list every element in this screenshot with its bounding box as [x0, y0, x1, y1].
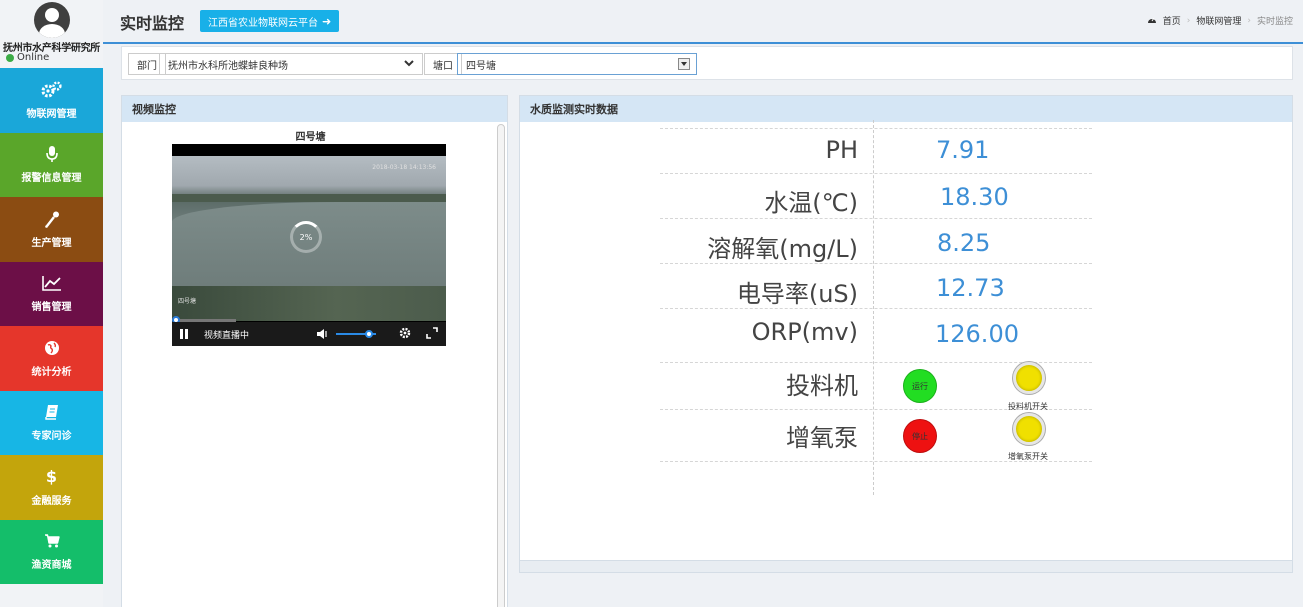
feeder-status-text: 运行	[912, 381, 928, 391]
filter-bar: 部门 抚州市水科所池蝶蚌良种场 塘口 四号塘	[121, 46, 1293, 80]
row-divider	[660, 308, 1092, 309]
feeder-status-indicator: 运行	[903, 369, 937, 403]
arrow-right-icon: ➜	[322, 14, 332, 28]
user-panel: 抚州市水产科学研究所 Online	[0, 0, 103, 68]
video-camera-label: 四号塘	[178, 298, 197, 305]
dollar-icon: $	[45, 467, 58, 487]
sidebar-item-label: 渔资商城	[31, 560, 72, 572]
row-divider	[660, 128, 1092, 129]
metric-value-ph: 7.91	[936, 136, 990, 164]
video-player[interactable]: 2018-03-18 14:13:56 四号塘 2% 视频直播中	[172, 144, 446, 346]
metric-value-do: 8.25	[937, 229, 991, 257]
metric-value-orp: 126.00	[935, 320, 1019, 348]
dashboard-icon	[1147, 15, 1157, 27]
dropdown-arrow-icon	[678, 58, 690, 70]
avatar	[33, 2, 70, 38]
sidebar-item-finance[interactable]: $ 金融服务	[0, 455, 103, 520]
pond-select[interactable]: 四号塘	[457, 53, 697, 75]
video-timestamp: 2018-03-18 14:13:56	[372, 164, 436, 171]
breadcrumb-current: 实时监控	[1256, 17, 1293, 27]
sidebar-item-expert[interactable]: 专家问诊	[0, 390, 103, 455]
row-divider	[660, 173, 1092, 174]
sidebar-item-label: 统计分析	[31, 366, 72, 378]
video-panel-title: 视频监控	[122, 96, 507, 122]
metric-label-temp: 水温(℃)	[764, 189, 858, 217]
video-panel: 视频监控 四号塘 2018-03-18 14:13:56 四号塘 2% 视频直播…	[121, 95, 508, 607]
fullscreen-icon[interactable]	[426, 327, 438, 342]
breadcrumb-separator: ›	[1247, 15, 1251, 26]
metric-value-ec: 12.73	[936, 274, 1005, 302]
chevron-down-icon	[404, 59, 414, 70]
online-dot-icon	[6, 53, 14, 62]
aerator-status-indicator: 停止	[903, 419, 937, 453]
cart-icon	[44, 532, 60, 550]
platform-button-label: 江西省农业物联网云平台	[208, 17, 318, 29]
breadcrumb-iot[interactable]: 物联网管理	[1196, 14, 1241, 27]
dept-select[interactable]: 抚州市水科所池蝶蚌良种场	[159, 53, 423, 75]
metric-value-temp: 18.30	[940, 183, 1009, 211]
online-status: Online	[6, 52, 49, 63]
eyedropper-icon	[44, 210, 60, 228]
loading-percent: 2%	[299, 232, 313, 242]
sidebar-item-label: 物联网管理	[26, 108, 77, 120]
device-label-feeder: 投料机	[786, 372, 858, 400]
dept-select-value: 抚州市水科所池蝶蚌良种场	[168, 60, 288, 72]
sidebar-item-alarm[interactable]: 报警信息管理	[0, 132, 103, 197]
page-title: 实时监控	[120, 14, 185, 33]
pond-select-value: 四号塘	[466, 60, 496, 72]
globe-icon	[44, 339, 60, 357]
live-status: 视频直播中	[204, 330, 250, 341]
water-panel-title: 水质监测实时数据	[520, 96, 1292, 122]
sidebar-item-label: 专家问诊	[31, 431, 72, 443]
video-scrollbar[interactable]	[497, 124, 505, 607]
gear-icon[interactable]	[399, 327, 411, 342]
video-controls: 视频直播中	[172, 322, 446, 346]
header: 实时监控 江西省农业物联网云平台 ➜ 首页 › 物联网管理 › 实时监控	[103, 0, 1303, 44]
sidebar-item-sales[interactable]: 销售管理	[0, 261, 103, 326]
pause-icon[interactable]	[180, 329, 190, 339]
breadcrumb: 首页 › 物联网管理 › 实时监控	[1147, 14, 1293, 27]
gears-icon	[41, 81, 63, 99]
line-chart-icon	[41, 274, 62, 292]
sidebar-item-stats[interactable]: 统计分析	[0, 326, 103, 391]
platform-button[interactable]: 江西省农业物联网云平台 ➜	[200, 10, 340, 32]
metric-label-ph: PH	[825, 136, 858, 164]
sidebar-item-shop[interactable]: 渔资商城	[0, 519, 103, 584]
metric-label-do: 溶解氧(mg/L)	[707, 235, 858, 263]
breadcrumb-home[interactable]: 首页	[1163, 14, 1181, 27]
row-divider	[660, 218, 1092, 219]
metric-label-orp: ORP(mv)	[751, 318, 858, 346]
aerator-switch-label: 增氧泵开关	[1008, 452, 1048, 461]
sidebar: 抚州市水产科学研究所 Online 物联网管理 报警信息管理 生产管理 销售管理	[0, 0, 103, 607]
sidebar-item-production[interactable]: 生产管理	[0, 197, 103, 262]
feeder-switch-label: 投料机开关	[1008, 402, 1048, 411]
aerator-switch-button[interactable]	[1013, 413, 1045, 445]
loading-spinner: 2%	[290, 221, 322, 253]
volume-icon[interactable]	[317, 329, 329, 342]
online-status-label: Online	[17, 52, 50, 63]
water-panel-footer	[519, 561, 1293, 573]
metric-label-ec: 电导率(uS)	[736, 280, 858, 308]
device-label-aerator: 增氧泵	[786, 424, 858, 452]
video-title: 四号塘	[295, 132, 326, 143]
feeder-switch-button[interactable]	[1013, 362, 1045, 394]
sidebar-item-label: 销售管理	[31, 302, 72, 314]
book-icon	[44, 403, 60, 421]
sidebar-item-label: 报警信息管理	[21, 173, 82, 185]
microphone-icon	[45, 145, 59, 163]
water-quality-panel: 水质监测实时数据	[519, 95, 1293, 561]
breadcrumb-separator: ›	[1186, 15, 1191, 26]
aerator-status-text: 停止	[912, 431, 928, 441]
sidebar-item-label: 生产管理	[31, 237, 72, 249]
volume-handle[interactable]	[365, 330, 373, 338]
video-frame: 2018-03-18 14:13:56 四号塘 2%	[172, 156, 446, 321]
sidebar-item-iot[interactable]: 物联网管理	[0, 68, 103, 133]
sidebar-item-label: 金融服务	[31, 495, 72, 507]
